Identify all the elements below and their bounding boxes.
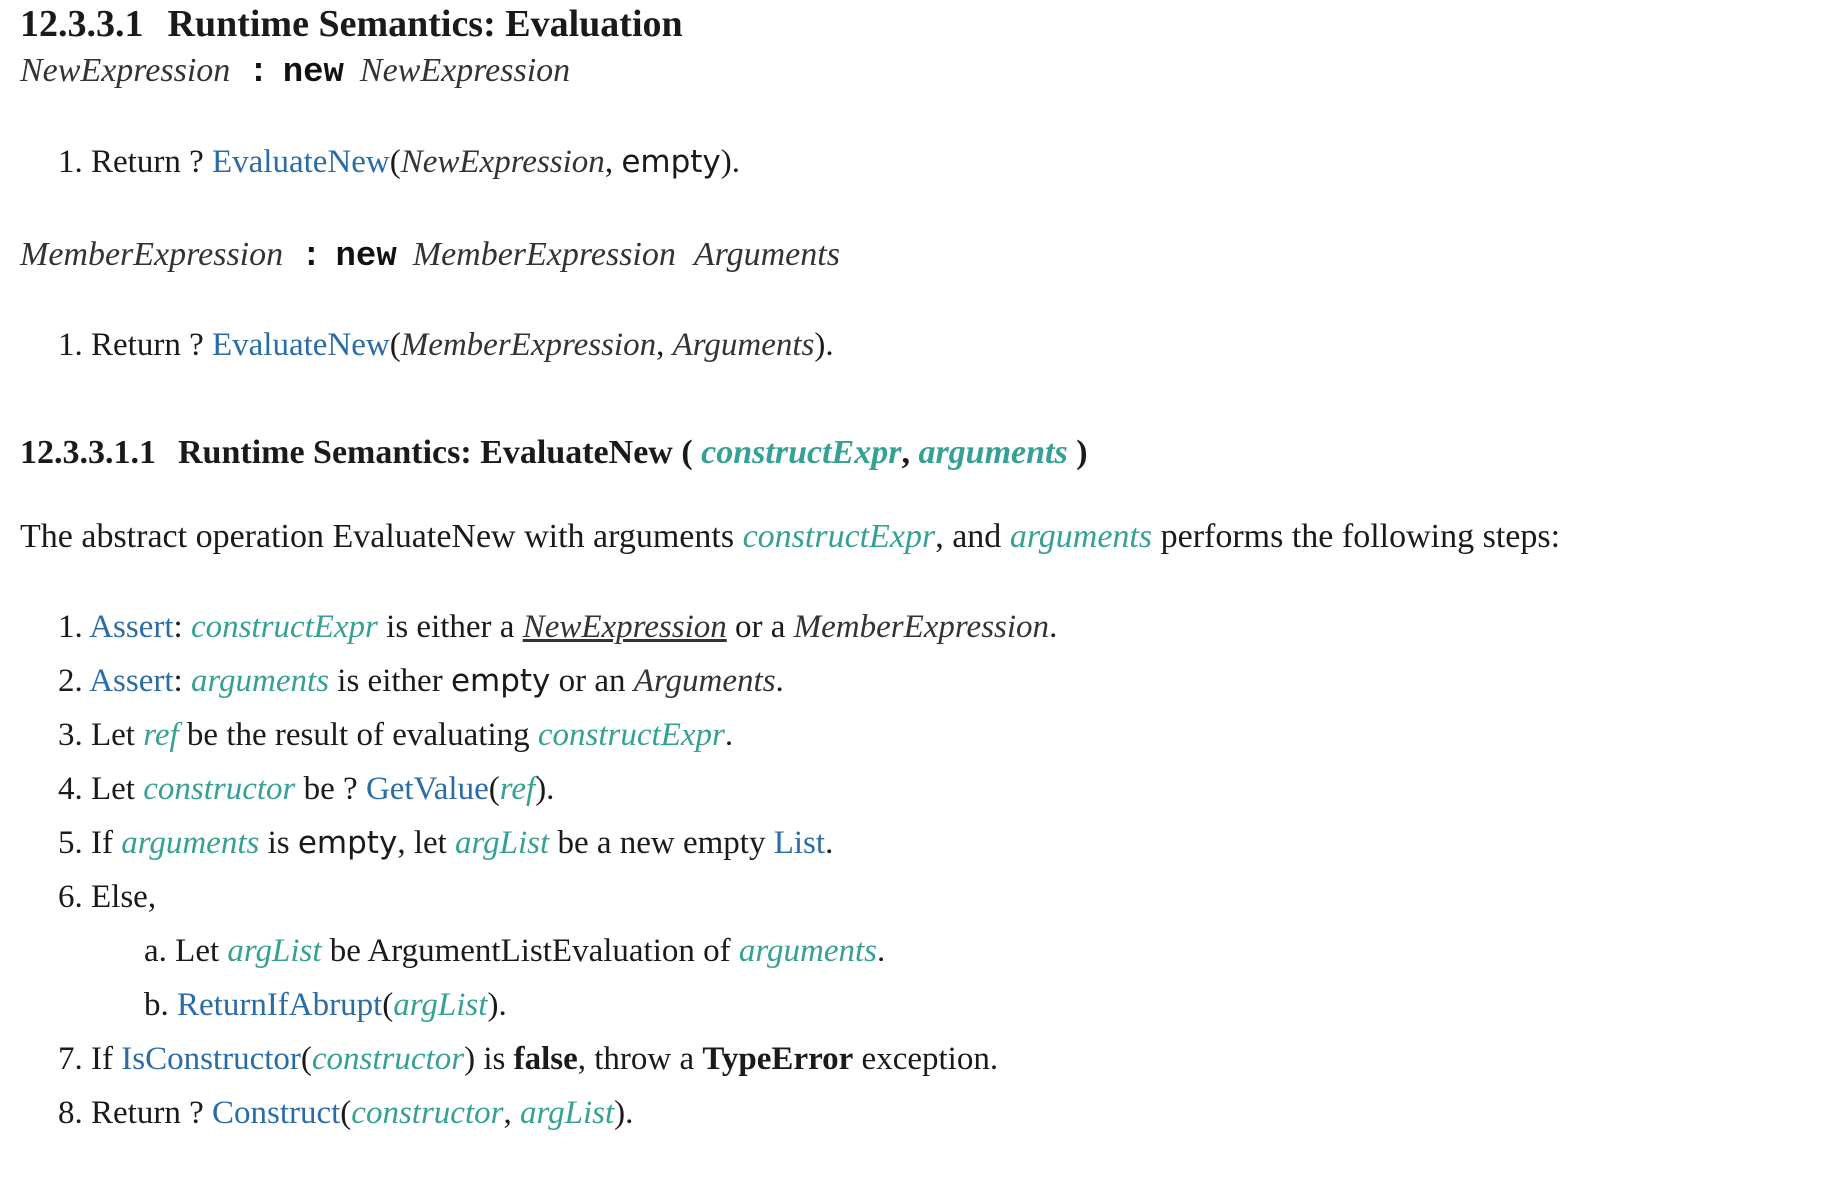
production-rhs[interactable]: NewExpression [360,52,570,89]
step-7: 7. If IsConstructor(constructor) is fals… [58,1041,999,1077]
production-lhs[interactable]: MemberExpression [20,236,283,273]
production2-step-1: 1. Return ? EvaluateNew(MemberExpression… [58,327,834,363]
subsection-number: 12.3.3.1.1 [20,434,156,471]
production-member-expression: MemberExpression: new MemberExpression Argu… [20,236,840,276]
newexpression-link[interactable]: NewExpression [523,609,727,645]
list-link[interactable]: List [774,825,825,861]
section-number: 12.3.3.1 [20,3,144,45]
step-6: 6. Else, [58,879,157,915]
production-rhs-1[interactable]: MemberExpression [413,236,676,273]
subsection-heading: 12.3.3.1.1 Runtime Semantics: EvaluateNew… [20,434,1088,471]
step-4: 4. Let constructor be ? GetValue(ref). [58,771,555,807]
section-heading: 12.3.3.1 Runtime Semantics: Evaluation [20,2,683,46]
param-constructexpr: constructExpr [701,434,902,471]
assert-link[interactable]: Assert [89,663,173,699]
step-1: 1. Assert: constructExpr is either a New… [58,609,1058,645]
isconstructor-link[interactable]: IsConstructor [121,1041,301,1077]
production-new-expression: NewExpression: new NewExpression [20,52,570,92]
subsection-title: Runtime Semantics: EvaluateNew ( [178,434,693,471]
production-lhs[interactable]: NewExpression [20,52,230,89]
keyword-new: new [335,238,397,276]
evaluatenew-link[interactable]: EvaluateNew [212,144,390,180]
evaluatenew-link[interactable]: EvaluateNew [212,327,390,363]
construct-link[interactable]: Construct [212,1095,340,1131]
step-5: 5. If arguments is empty, let argList be… [58,825,834,861]
production-colon: : [301,238,322,276]
getvalue-link[interactable]: GetValue [366,771,489,807]
returnifabrupt-link[interactable]: ReturnIfAbrupt [177,987,382,1023]
step-8: 8. Return ? Construct(constructor, argLi… [58,1095,634,1131]
production-rhs-2[interactable]: Arguments [694,236,840,273]
step-2: 2. Assert: arguments is either empty or … [58,663,784,699]
step-6b: b. ReturnIfAbrupt(argList). [144,987,507,1023]
step-3: 3. Let ref be the result of evaluating c… [58,717,734,753]
production-colon: : [248,54,269,92]
step-6a: a. Let argList be ArgumentListEvaluation… [144,933,886,969]
assert-link[interactable]: Assert [89,609,173,645]
param-arguments: arguments [918,434,1068,471]
production1-step-1: 1. Return ? EvaluateNew(NewExpression, e… [58,144,741,180]
intro-paragraph: The abstract operation EvaluateNew with … [20,518,1561,555]
section-title: Runtime Semantics: Evaluation [167,3,683,45]
keyword-new: new [282,54,344,92]
